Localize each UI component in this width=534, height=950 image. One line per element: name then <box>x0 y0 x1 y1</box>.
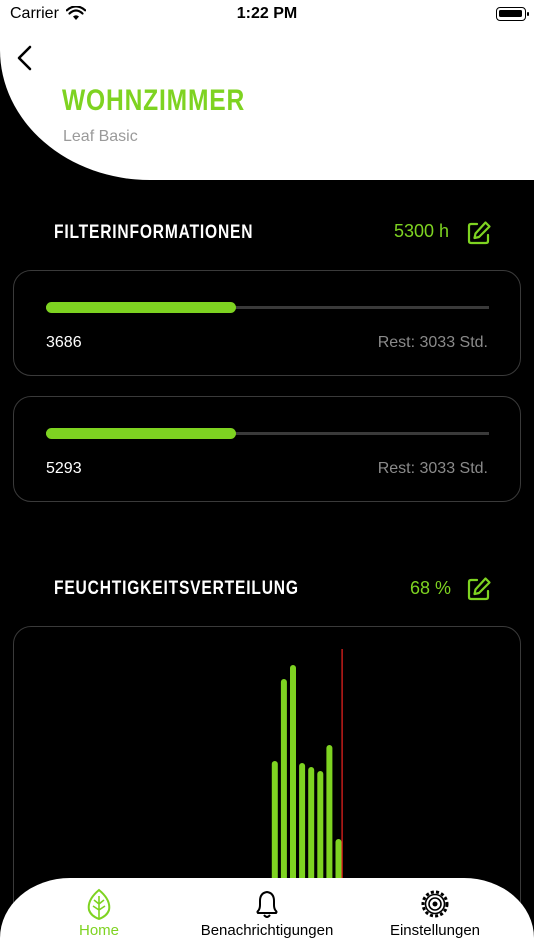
edit-icon[interactable] <box>466 220 492 246</box>
filter-progress-track <box>46 302 489 313</box>
filter-card-rest: Rest: 3033 Std. <box>377 334 488 351</box>
filter-section-title: FILTERINFORMATIONEN <box>54 222 254 243</box>
filter-progress-bar <box>46 428 237 439</box>
clock: 1:22 PM <box>236 5 298 22</box>
tab-notifications-label: Benachrichtigungen <box>200 922 334 939</box>
filter-card-rest: Rest: 3033 Std. <box>377 460 488 477</box>
filter-progress-bar <box>46 302 237 313</box>
humidity-bar <box>280 679 287 899</box>
humidity-bar <box>290 665 296 899</box>
tab-settings[interactable]: Einstellungen <box>346 878 524 950</box>
status-bar: Carrier 1:22 PM <box>0 0 534 30</box>
tab-home[interactable]: Home <box>10 878 188 950</box>
filter-card-number: 3686 <box>46 334 82 351</box>
filter-card: 3686 Rest: 3033 Std. <box>13 270 521 376</box>
filter-card-number: 5293 <box>46 460 82 477</box>
humidity-bar <box>326 745 333 899</box>
page-title: WOHNZIMMER <box>62 84 246 117</box>
filter-progress-track <box>46 428 489 439</box>
gear-icon <box>421 890 449 918</box>
battery-icon <box>496 7 529 21</box>
humidity-section-title: FEUCHTIGKEITSVERTEILUNG <box>54 578 299 599</box>
device-subtitle: Leaf Basic <box>63 128 138 145</box>
tab-settings-label: Einstellungen <box>389 922 481 939</box>
tab-home-label: Home <box>78 922 119 939</box>
humidity-value: 68 % <box>410 578 452 598</box>
back-button[interactable] <box>12 44 38 72</box>
bell-icon <box>256 891 278 918</box>
tab-notifications[interactable]: Benachrichtigungen <box>178 878 356 950</box>
edit-icon[interactable] <box>466 576 492 602</box>
tab-bar: Home Benachrichtigungen Einstellungen <box>0 878 534 950</box>
header: Carrier 1:22 PM WOHNZIMMER Leaf Basic <box>0 0 534 180</box>
filter-hours-value: 5300 h <box>394 221 450 241</box>
filter-card: 5293 Rest: 3033 Std. <box>13 396 521 502</box>
leaf-icon <box>87 888 111 920</box>
